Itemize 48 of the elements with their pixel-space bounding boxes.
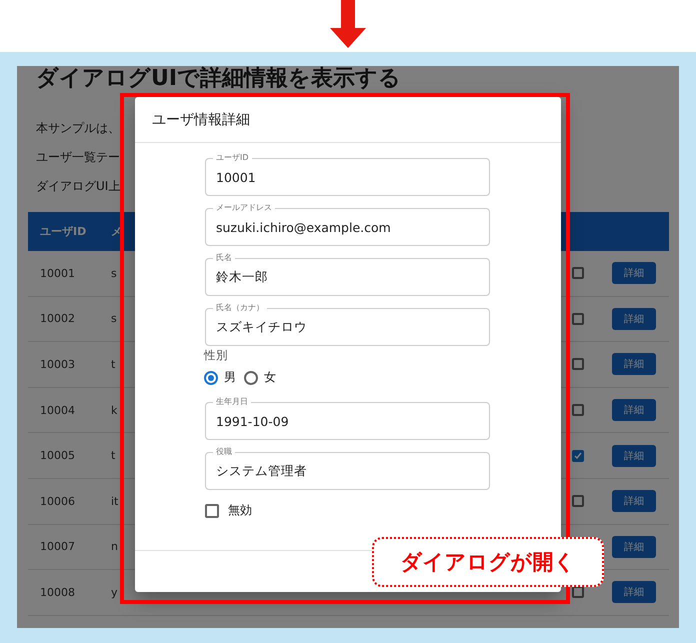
- text-field[interactable]: 氏名 鈴木一郎: [205, 252, 490, 296]
- field-label: メールアドレス: [213, 202, 275, 213]
- table-cell: 10005: [40, 449, 75, 462]
- table-cell: y: [111, 586, 118, 599]
- page-title: ダイアログUIで詳細情報を表示する: [36, 66, 402, 92]
- table-cell: 10007: [40, 540, 75, 554]
- text-field[interactable]: 氏名（カナ） スズキイチロウ: [205, 302, 490, 346]
- checkbox[interactable]: [572, 404, 584, 416]
- text-field[interactable]: 役職 システム管理者: [205, 446, 490, 490]
- checkbox[interactable]: [572, 586, 584, 598]
- table-cell: t: [111, 358, 116, 371]
- field-label: ユーザID: [213, 152, 252, 163]
- checkbox[interactable]: [572, 312, 584, 325]
- text-field[interactable]: メールアドレス suzuki.ichiro@example.com: [205, 202, 490, 246]
- table-cell: 10006: [40, 494, 75, 508]
- checkbox[interactable]: [572, 267, 584, 280]
- text-field[interactable]: ユーザID 10001: [205, 152, 490, 196]
- column-header: ユーザID: [40, 224, 86, 239]
- table-cell: 10008: [40, 586, 75, 599]
- table-cell: s: [111, 266, 117, 280]
- field-label: 生年月日: [213, 396, 251, 407]
- checkbox[interactable]: [572, 450, 584, 462]
- table-cell: it: [111, 494, 118, 508]
- callout: ダイアログが開く: [372, 537, 604, 587]
- radio-option[interactable]: 女: [244, 369, 276, 386]
- table-cell: 10001: [40, 266, 75, 280]
- table-cell: 10003: [40, 358, 75, 371]
- table-cell: 10004: [40, 404, 75, 417]
- table-cell: t: [111, 449, 116, 462]
- checkbox[interactable]: [572, 358, 584, 370]
- dialog-title: ユーザ情報詳細: [135, 97, 561, 143]
- down-arrow-icon: [330, 0, 366, 48]
- table-cell: 10002: [40, 312, 75, 326]
- table-cell: s: [111, 312, 117, 326]
- field-label: 氏名（カナ）: [213, 302, 267, 313]
- field-label: 役職: [213, 446, 235, 457]
- paragraph: ダイアログUI上: [36, 178, 120, 195]
- text-field[interactable]: 生年月日 1991-10-09: [205, 396, 490, 440]
- field-label: 氏名: [213, 252, 235, 263]
- paragraph: 本サンプルは、: [36, 120, 120, 137]
- radio-option[interactable]: 男: [204, 369, 236, 386]
- column-header: メ: [111, 224, 122, 239]
- group-label: 性別: [204, 348, 229, 363]
- checkbox-option[interactable]: 無効: [205, 502, 561, 519]
- table-cell: n: [111, 540, 118, 554]
- paragraph: ユーザ一覧テー: [36, 149, 120, 166]
- table-cell: k: [111, 404, 118, 417]
- checkbox[interactable]: [572, 495, 584, 508]
